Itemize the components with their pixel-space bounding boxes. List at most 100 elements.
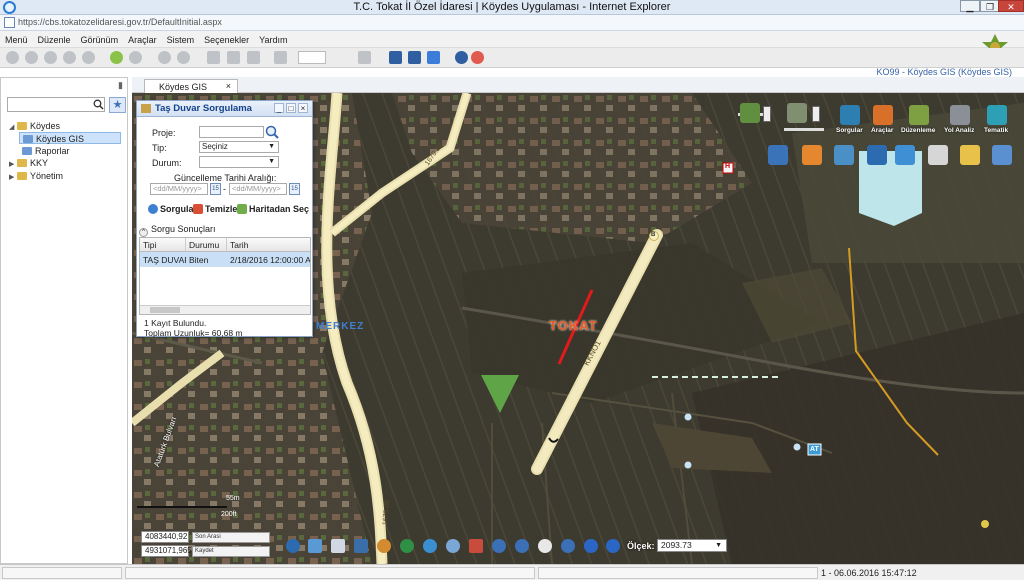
- layer-toggle-icon[interactable]: [740, 103, 760, 123]
- menu-item-menu[interactable]: Menü: [0, 31, 33, 45]
- base-map-icon[interactable]: [787, 103, 807, 123]
- zoom-out-icon[interactable]: [515, 539, 529, 553]
- thematic-label[interactable]: Tematik: [984, 127, 1008, 134]
- save-map-icon[interactable]: [354, 539, 368, 553]
- window-tile-icon[interactable]: [408, 51, 421, 64]
- confirm-icon[interactable]: [110, 51, 123, 64]
- remove-icon[interactable]: [25, 51, 38, 64]
- previous-extent-icon[interactable]: [584, 539, 598, 553]
- tools-icon[interactable]: [873, 105, 893, 125]
- disabled-icon[interactable]: [158, 51, 171, 64]
- menu-item-help[interactable]: Yardım: [254, 31, 292, 45]
- full-extent-icon[interactable]: [561, 539, 575, 553]
- menu-item-tools[interactable]: Araçlar: [123, 31, 162, 45]
- map-marker-h[interactable]: H: [725, 163, 730, 170]
- column-header-durumu[interactable]: Durumu: [186, 238, 227, 252]
- layers-icon[interactable]: [992, 145, 1012, 165]
- favorites-star-icon[interactable]: ★: [109, 97, 126, 113]
- save-icon[interactable]: [247, 51, 260, 64]
- layer-opacity-handle[interactable]: [763, 106, 771, 122]
- draw-polygon-icon[interactable]: [895, 145, 915, 165]
- map-select-button[interactable]: Haritadan Seç: [237, 204, 309, 214]
- dialog-close-button[interactable]: ×: [298, 103, 308, 113]
- back-icon[interactable]: [6, 51, 19, 64]
- dialog-maximize-button[interactable]: □: [286, 103, 296, 113]
- measure-icon[interactable]: [768, 145, 788, 165]
- tools-label[interactable]: Araçlar: [871, 127, 893, 134]
- world-icon[interactable]: [423, 539, 437, 553]
- sidebar-item-raporlar[interactable]: Raporlar: [22, 145, 70, 157]
- expand-icon[interactable]: ▶: [9, 172, 17, 184]
- dialog-header[interactable]: Taş Duvar Sorgulama _ □ ×: [137, 101, 312, 117]
- calendar-icon[interactable]: 15: [210, 183, 221, 195]
- search-icon[interactable]: [93, 99, 104, 110]
- edit-label[interactable]: Düzenleme: [901, 127, 935, 134]
- tip-select[interactable]: Seçiniz ▼: [199, 141, 279, 153]
- tree-search-input[interactable]: [7, 97, 105, 112]
- zoom-slider[interactable]: [784, 128, 824, 131]
- close-window-button[interactable]: ✕: [998, 0, 1024, 12]
- first-page-icon[interactable]: [274, 51, 287, 64]
- queries-label[interactable]: Sorgular: [836, 127, 863, 134]
- pin-icon[interactable]: ▮: [118, 80, 123, 91]
- table-cell[interactable]: 2/18/2016 12:00:00 AM: [227, 252, 310, 267]
- tag-icon[interactable]: [177, 51, 190, 64]
- horizontal-scrollbar[interactable]: [140, 305, 310, 314]
- table-cell[interactable]: TAŞ DUVAR: [140, 252, 186, 267]
- url-text[interactable]: https://cbs.tokatozelidaresi.gov.tr/Defa…: [18, 17, 222, 27]
- date-from-input[interactable]: <dd/MM/yyyy>: [150, 183, 208, 195]
- collapse-icon[interactable]: ◢: [9, 122, 17, 134]
- window-cascade-icon[interactable]: [389, 51, 402, 64]
- info-tool-icon[interactable]: [286, 539, 300, 553]
- chevron-down-icon[interactable]: ▼: [268, 142, 275, 152]
- durum-select[interactable]: ▼: [199, 156, 279, 168]
- column-header-tipi[interactable]: Tipi: [140, 238, 186, 252]
- grid-icon[interactable]: [207, 51, 220, 64]
- sidebar-item-kky[interactable]: ▶ KKY: [9, 157, 48, 169]
- zoom-in-icon[interactable]: [492, 539, 506, 553]
- close-tab-icon[interactable]: ×: [226, 81, 231, 91]
- edit-icon[interactable]: [909, 105, 929, 125]
- globe-icon[interactable]: [400, 539, 414, 553]
- scale-select[interactable]: 2093.73 ▼: [657, 539, 727, 552]
- dialog-minimize-button[interactable]: _: [274, 103, 284, 113]
- next-extent-icon[interactable]: [606, 539, 620, 553]
- draw-tool-icon[interactable]: [377, 539, 391, 553]
- pan-hand-icon[interactable]: [538, 539, 552, 553]
- search-add-icon[interactable]: [265, 125, 279, 139]
- tab-koydes-gis[interactable]: Köydes GIS ×: [144, 79, 238, 93]
- proje-input[interactable]: [199, 126, 264, 138]
- sidebar-item-yonetim[interactable]: ▶ Yönetim: [9, 170, 63, 182]
- queries-icon[interactable]: [840, 105, 860, 125]
- refresh-icon[interactable]: [63, 51, 76, 64]
- window-maximize-icon[interactable]: [427, 51, 440, 64]
- add-icon[interactable]: [44, 51, 57, 64]
- area-icon[interactable]: [802, 145, 822, 165]
- results-header[interactable]: ^ Sorgu Sonuçları: [139, 224, 216, 237]
- minimize-button[interactable]: ▁: [960, 0, 980, 12]
- road-analysis-icon[interactable]: [950, 105, 970, 125]
- thematic-icon[interactable]: [987, 105, 1007, 125]
- road-analysis-label[interactable]: Yol Analiz: [944, 127, 974, 134]
- date-to-input[interactable]: <dd/MM/yyyy>: [229, 183, 287, 195]
- calendar-icon[interactable]: 15: [289, 183, 300, 195]
- draw-line-icon[interactable]: [867, 145, 887, 165]
- cancel-icon[interactable]: [129, 51, 142, 64]
- user-icon[interactable]: [960, 145, 980, 165]
- prev-icon[interactable]: [82, 51, 95, 64]
- select-tool-icon[interactable]: [446, 539, 460, 553]
- scrollbar-thumb[interactable]: [150, 307, 180, 313]
- page-number-input[interactable]: [298, 51, 326, 64]
- query-button[interactable]: Sorgula: [148, 204, 194, 214]
- clear-button[interactable]: Temizle: [193, 204, 237, 214]
- draw-point-icon[interactable]: [834, 145, 854, 165]
- sidebar-item-koydes-gis[interactable]: Köydes GIS: [19, 132, 121, 144]
- layer-list-icon[interactable]: [308, 539, 322, 553]
- collapse-icon[interactable]: ^: [139, 228, 148, 237]
- table-cell[interactable]: Biten: [186, 252, 227, 267]
- sidebar-item-koydes[interactable]: ◢ Köydes: [9, 120, 60, 132]
- menu-item-view[interactable]: Görünüm: [76, 31, 124, 45]
- zoom-slider-handle[interactable]: [812, 106, 820, 122]
- column-header-tarih[interactable]: Tarih: [227, 238, 310, 252]
- coord-x-field[interactable]: 4083440,92: [141, 531, 189, 543]
